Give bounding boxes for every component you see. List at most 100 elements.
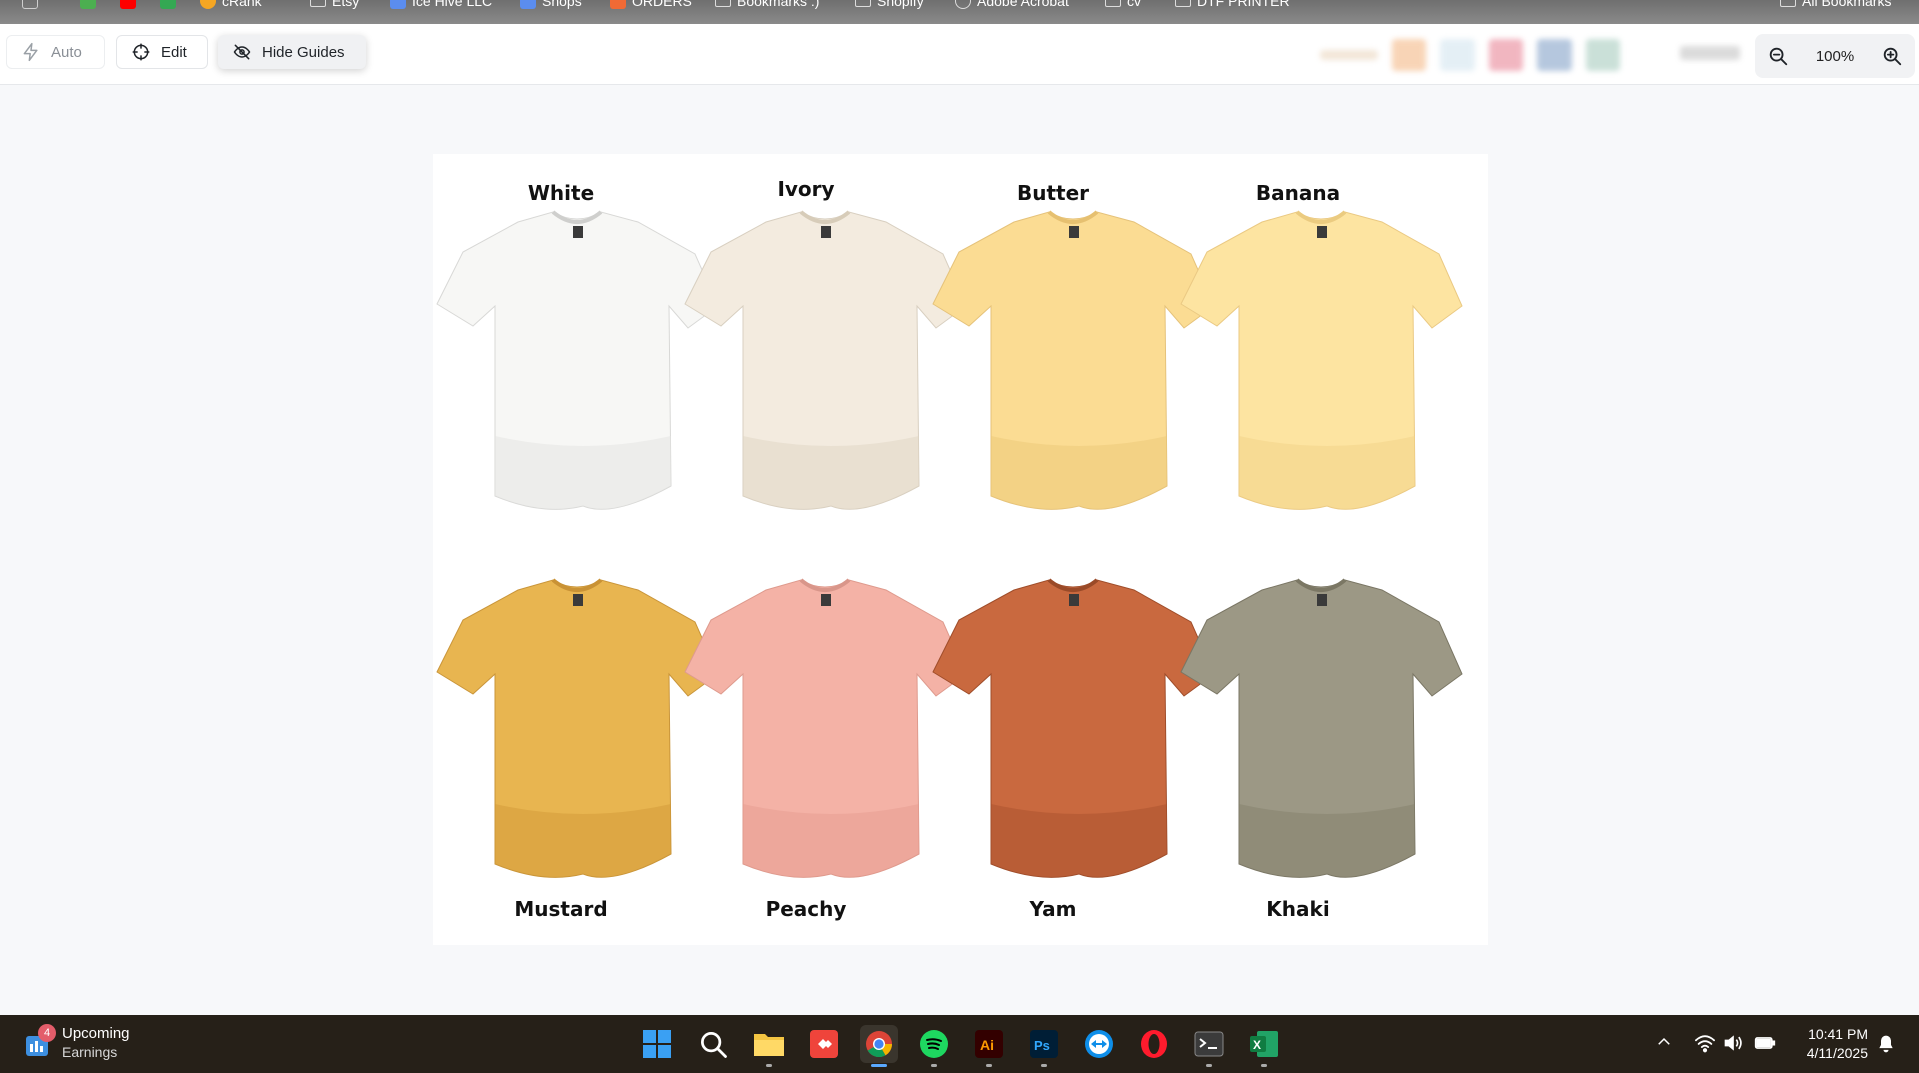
bookmark-label: Ice Hive LLC bbox=[412, 0, 493, 9]
illustrator-button[interactable]: Ai bbox=[970, 1025, 1008, 1067]
shirt-label: Khaki bbox=[1266, 897, 1330, 921]
svg-text:X: X bbox=[1253, 1038, 1261, 1052]
running-indicator bbox=[931, 1064, 937, 1067]
bookmark-ice-hive[interactable]: Ice Hive LLC bbox=[390, 0, 492, 11]
bookmark-all[interactable]: All Bookmarks bbox=[1780, 0, 1891, 11]
multi-color-icon bbox=[80, 0, 96, 9]
spotify-icon bbox=[920, 1030, 948, 1058]
notification-badge: 4 bbox=[38, 1024, 56, 1042]
bookmark-dtf[interactable]: DTF PRINTER bbox=[1175, 0, 1290, 11]
blurred-toolbar-area bbox=[1320, 38, 1620, 72]
lightning-icon bbox=[23, 42, 38, 62]
weather-widget[interactable]: 4 Upcoming Earnings bbox=[24, 1024, 130, 1061]
crosshair-icon bbox=[132, 43, 150, 61]
stocks-widget-icon: 4 bbox=[24, 1024, 56, 1058]
zoom-level: 100% bbox=[1815, 47, 1855, 65]
eye-off-icon bbox=[233, 44, 251, 60]
wifi-icon[interactable] bbox=[1694, 1033, 1716, 1053]
opera-icon bbox=[1141, 1030, 1167, 1058]
bookmark-cv[interactable]: cv bbox=[1105, 0, 1141, 11]
running-indicator bbox=[766, 1064, 772, 1067]
bookmark-bookmarks[interactable]: Bookmarks :) bbox=[715, 0, 819, 11]
folder-icon bbox=[855, 0, 871, 7]
shirt-label: Yam bbox=[1029, 897, 1077, 921]
svg-text:Ps: Ps bbox=[1034, 1038, 1050, 1053]
bookmark-apps[interactable] bbox=[22, 0, 38, 11]
bookmark-label: Shopify bbox=[877, 0, 924, 9]
running-indicator bbox=[1206, 1064, 1212, 1067]
spotify-button[interactable] bbox=[915, 1025, 953, 1067]
tshirt-image bbox=[932, 578, 1215, 878]
search-icon bbox=[701, 1032, 727, 1058]
photoshop-icon: Ps bbox=[1030, 1030, 1058, 1058]
shirt-label: Ivory bbox=[777, 177, 835, 201]
zoom-control: 100% bbox=[1755, 34, 1915, 78]
photoshop-button[interactable]: Ps bbox=[1025, 1025, 1063, 1067]
clock-time: 10:41 PM bbox=[1808, 1026, 1868, 1042]
search-button[interactable] bbox=[694, 1025, 732, 1063]
acrobat-icon bbox=[955, 0, 971, 9]
windows-start-icon bbox=[643, 1030, 671, 1058]
chrome-icon bbox=[866, 1031, 893, 1058]
tshirt-image bbox=[436, 578, 719, 878]
bookmark-label: Shops bbox=[542, 0, 582, 9]
battery-icon[interactable] bbox=[1754, 1033, 1776, 1053]
shirt-label: Peachy bbox=[765, 897, 847, 921]
bookmark-label: Bookmarks :) bbox=[737, 0, 820, 9]
shirt-label: Mustard bbox=[514, 897, 608, 921]
tshirt-image bbox=[1180, 210, 1463, 510]
bookmark-crank[interactable]: cRank bbox=[200, 0, 262, 11]
volume-icon[interactable] bbox=[1723, 1033, 1743, 1053]
file-explorer-button[interactable] bbox=[750, 1025, 788, 1067]
bookmark-youtube[interactable] bbox=[120, 0, 136, 11]
edit-button[interactable]: Edit bbox=[116, 35, 208, 69]
tshirt-image bbox=[1180, 578, 1463, 878]
anydesk-icon bbox=[810, 1030, 838, 1058]
bookmark-label: Etsy bbox=[332, 0, 360, 9]
excel-button[interactable]: X bbox=[1245, 1025, 1283, 1067]
workspace-icon bbox=[520, 0, 536, 9]
bookmark-1[interactable] bbox=[80, 0, 96, 11]
running-indicator bbox=[1041, 1064, 1047, 1067]
bookmark-label: cv bbox=[1127, 0, 1141, 9]
zoom-out-icon[interactable] bbox=[1767, 45, 1789, 67]
mockup-canvas[interactable]: White Ivory Butter Banana Mustard Peachy… bbox=[433, 154, 1488, 945]
illustrator-icon: Ai bbox=[975, 1030, 1003, 1058]
hide-guides-button[interactable]: Hide Guides bbox=[218, 35, 366, 69]
running-indicator bbox=[871, 1064, 887, 1067]
hide-guides-label: Hide Guides bbox=[262, 43, 345, 61]
teamviewer-button[interactable] bbox=[1080, 1025, 1118, 1063]
bookmark-green[interactable] bbox=[160, 0, 176, 11]
anydesk-button[interactable] bbox=[805, 1025, 843, 1063]
crank-icon bbox=[200, 0, 216, 9]
system-clock[interactable]: 10:41 PM 4/11/2025 bbox=[1790, 1025, 1868, 1063]
file-explorer-icon bbox=[754, 1034, 784, 1056]
green-app-icon bbox=[160, 0, 176, 9]
bookmark-label: Adobe Acrobat bbox=[977, 0, 1069, 9]
notification-bell-icon[interactable] bbox=[1876, 1034, 1896, 1054]
windows-taskbar: 4 Upcoming Earnings Ai Ps X 10:41 PM 4/1… bbox=[0, 1015, 1919, 1073]
folder-icon bbox=[1780, 0, 1796, 7]
shirt-label: Butter bbox=[1016, 181, 1090, 205]
terminal-button[interactable] bbox=[1190, 1025, 1228, 1067]
widget-subtitle: Earnings bbox=[62, 1044, 118, 1060]
opera-button[interactable] bbox=[1135, 1025, 1173, 1063]
auto-button[interactable]: Auto bbox=[6, 35, 105, 69]
bookmark-label: ORDERS bbox=[632, 0, 692, 9]
widget-title: Upcoming bbox=[62, 1025, 130, 1042]
bookmark-etsy[interactable]: Etsy bbox=[310, 0, 359, 11]
edit-label: Edit bbox=[161, 43, 187, 61]
terminal-icon bbox=[1194, 1031, 1224, 1057]
start-button[interactable] bbox=[638, 1025, 676, 1063]
apps-grid-icon bbox=[22, 0, 38, 9]
chrome-button[interactable] bbox=[860, 1025, 898, 1067]
teamviewer-icon bbox=[1085, 1030, 1113, 1058]
bookmark-orders[interactable]: ORDERS bbox=[610, 0, 692, 11]
chevron-up-icon[interactable] bbox=[1655, 1033, 1673, 1051]
bookmark-shops[interactable]: Shops bbox=[520, 0, 582, 11]
workspace-icon bbox=[390, 0, 406, 9]
zoom-in-icon[interactable] bbox=[1881, 45, 1903, 67]
bookmark-shopify[interactable]: Shopify bbox=[855, 0, 924, 11]
bookmark-acrobat[interactable]: Adobe Acrobat bbox=[955, 0, 1069, 11]
bookmark-label: cRank bbox=[222, 0, 262, 9]
